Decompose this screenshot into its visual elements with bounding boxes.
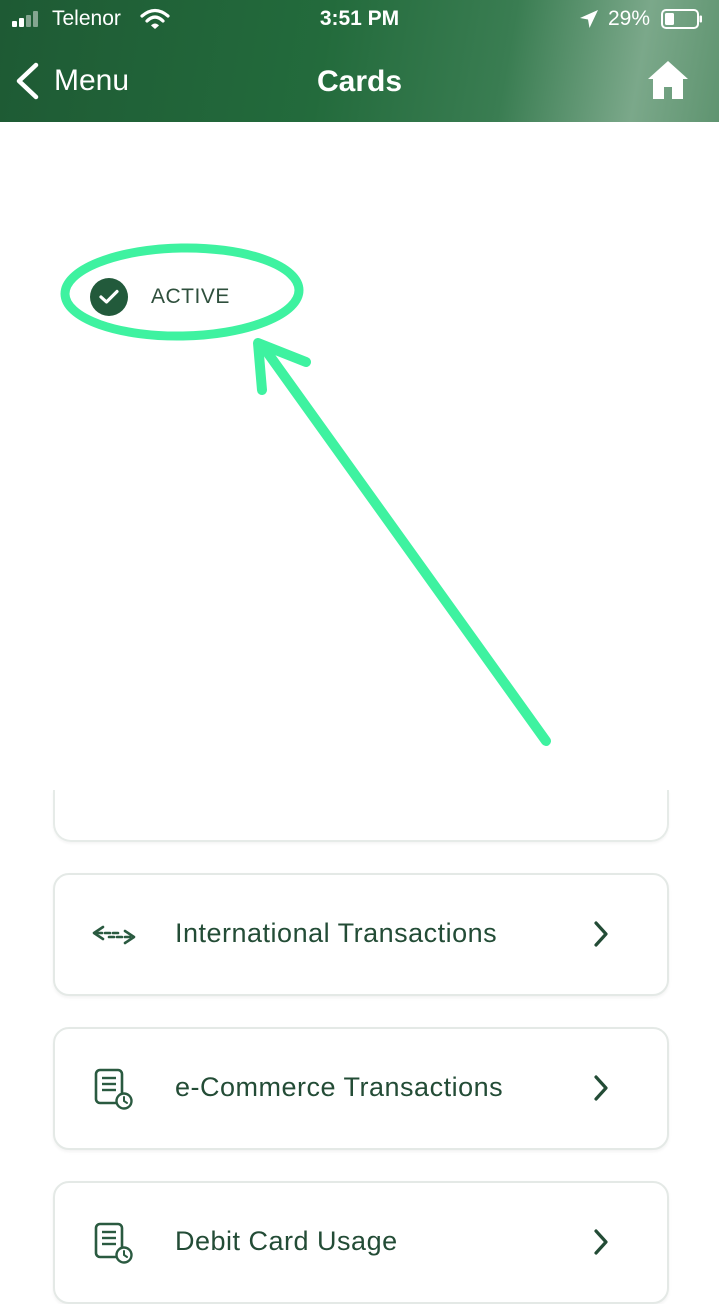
app-header: Telenor 3:51 PM 29% Menu Cards bbox=[0, 0, 719, 122]
card-panel-bottom-edge bbox=[53, 790, 669, 842]
chevron-right-icon bbox=[594, 921, 608, 947]
option-label: Debit Card Usage bbox=[175, 1226, 398, 1256]
option-label: International Transactions bbox=[175, 918, 498, 948]
document-clock-icon bbox=[94, 1068, 133, 1110]
location-arrow-icon bbox=[580, 10, 598, 28]
status-bar: Telenor 3:51 PM 29% bbox=[0, 0, 719, 40]
chevron-right-icon bbox=[594, 1229, 608, 1255]
home-icon[interactable] bbox=[646, 58, 690, 102]
card-status: ACTIVE bbox=[90, 278, 230, 316]
option-label: e-Commerce Transactions bbox=[175, 1072, 504, 1102]
battery-percentage: 29% bbox=[608, 7, 651, 30]
transfer-arrows-icon bbox=[92, 925, 136, 945]
battery-icon bbox=[661, 9, 702, 29]
check-circle-icon bbox=[90, 278, 128, 316]
status-label: ACTIVE bbox=[151, 285, 230, 308]
document-clock-icon bbox=[94, 1222, 133, 1264]
annotation-arrow-head bbox=[253, 338, 311, 395]
chevron-right-icon bbox=[594, 1075, 608, 1101]
option-ecommerce-transactions[interactable]: e-Commerce Transactions bbox=[53, 1027, 669, 1150]
annotation-arrow-shaft bbox=[257, 340, 551, 746]
page-title: Cards bbox=[316, 65, 403, 98]
option-debit-card-usage[interactable]: Debit Card Usage bbox=[53, 1181, 669, 1304]
nav-bar: Menu Cards bbox=[0, 40, 719, 122]
option-international-transactions[interactable]: International Transactions bbox=[53, 873, 669, 996]
